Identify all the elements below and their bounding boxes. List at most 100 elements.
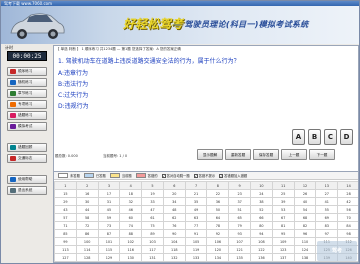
question-cell[interactable]: 101 (97, 237, 121, 246)
option-d[interactable]: D:违规行为 (58, 101, 89, 110)
question-cell[interactable]: 70 (337, 213, 358, 222)
question-cell[interactable]: 12 (293, 181, 317, 190)
sidebar-button-8[interactable]: 交通标志 (7, 154, 47, 163)
question-cell[interactable]: 38 (250, 197, 273, 206)
question-cell[interactable]: 137 (271, 253, 295, 262)
question-cell[interactable]: 89 (141, 229, 164, 238)
question-cell[interactable]: 102 (119, 237, 143, 246)
question-cell[interactable]: 43 (54, 205, 77, 214)
question-cell[interactable]: 58 (75, 213, 99, 222)
question-cell[interactable]: 52 (250, 205, 273, 214)
question-cell[interactable]: 71 (54, 221, 77, 230)
question-cell[interactable]: 63 (184, 213, 208, 222)
question-cell[interactable]: 8 (206, 181, 230, 190)
answer-d-button[interactable]: D (340, 129, 353, 145)
question-cell[interactable]: 13 (315, 181, 339, 190)
question-cell[interactable]: 120 (206, 245, 230, 254)
question-cell[interactable]: 78 (206, 221, 230, 230)
question-cell[interactable]: 81 (271, 221, 295, 230)
sidebar-button-9[interactable]: 使用帮助 (7, 175, 47, 184)
question-cell[interactable]: 10 (250, 181, 273, 190)
question-cell[interactable]: 98 (337, 229, 358, 238)
question-cell[interactable]: 4 (119, 181, 143, 190)
add-wrong-checkbox[interactable]: ✓ 答错题加入错题 (219, 173, 247, 178)
question-cell[interactable]: 105 (184, 237, 208, 246)
question-cell[interactable]: 121 (228, 245, 252, 254)
question-cell[interactable]: 48 (162, 205, 186, 214)
question-cell[interactable]: 93 (228, 229, 252, 238)
question-cell[interactable]: 42 (337, 197, 358, 206)
question-cell[interactable]: 26 (293, 189, 317, 198)
question-cell[interactable]: 129 (97, 253, 121, 262)
question-cell[interactable]: 76 (162, 221, 186, 230)
question-cell[interactable]: 40 (293, 197, 317, 206)
question-cell[interactable]: 61 (141, 213, 164, 222)
question-cell[interactable]: 110 (293, 237, 317, 246)
question-cell[interactable]: 30 (75, 197, 99, 206)
question-cell[interactable]: 2 (75, 181, 99, 190)
question-cell[interactable]: 113 (54, 245, 77, 254)
question-cell[interactable]: 7 (184, 181, 208, 190)
question-cell[interactable]: 91 (184, 229, 208, 238)
question-cell[interactable]: 46 (119, 205, 143, 214)
question-cell[interactable]: 79 (228, 221, 252, 230)
question-cell[interactable]: 6 (162, 181, 186, 190)
sidebar-button-2[interactable]: 随机练习 (7, 78, 47, 87)
question-cell[interactable]: 62 (162, 213, 186, 222)
question-cell[interactable]: 95 (271, 229, 295, 238)
auto-next-checkbox[interactable]: ✓ 答对自动跳一题 (161, 173, 190, 178)
question-cell[interactable]: 122 (250, 245, 273, 254)
question-cell[interactable]: 17 (97, 189, 121, 198)
question-cell[interactable]: 131 (141, 253, 164, 262)
question-cell[interactable]: 92 (206, 229, 230, 238)
question-cell[interactable]: 3 (97, 181, 121, 190)
sidebar-button-7[interactable]: 错题回顾 (7, 143, 47, 152)
question-cell[interactable]: 96 (293, 229, 317, 238)
question-cell[interactable]: 53 (271, 205, 295, 214)
question-cell[interactable]: 22 (206, 189, 230, 198)
question-cell[interactable]: 65 (228, 213, 252, 222)
question-cell[interactable]: 34 (162, 197, 186, 206)
question-cell[interactable]: 106 (206, 237, 230, 246)
question-cell[interactable]: 114 (75, 245, 99, 254)
question-cell[interactable]: 35 (184, 197, 208, 206)
question-cell[interactable]: 117 (141, 245, 164, 254)
question-cell[interactable]: 68 (293, 213, 317, 222)
question-cell[interactable]: 14 (337, 181, 358, 190)
show-explanation-button[interactable]: 显示题解 (197, 149, 223, 160)
question-cell[interactable]: 138 (293, 253, 317, 262)
question-cell[interactable]: 15 (54, 189, 77, 198)
question-cell[interactable]: 23 (228, 189, 252, 198)
question-cell[interactable]: 9 (228, 181, 252, 190)
answer-b-button[interactable]: B (308, 129, 321, 145)
sidebar-button-5[interactable]: 错题练习 (7, 111, 47, 120)
question-cell[interactable]: 55 (315, 205, 339, 214)
question-cell[interactable]: 56 (337, 205, 358, 214)
question-cell[interactable]: 104 (162, 237, 186, 246)
question-cell[interactable]: 116 (119, 245, 143, 254)
question-cell[interactable]: 29 (54, 197, 77, 206)
answer-a-button[interactable]: A (292, 129, 305, 145)
question-cell[interactable]: 119 (184, 245, 208, 254)
question-cell[interactable]: 16 (75, 189, 99, 198)
sidebar-button-3[interactable]: 章节练习 (7, 89, 47, 98)
question-cell[interactable]: 39 (271, 197, 295, 206)
sidebar-button-10[interactable]: 退出系统 (7, 186, 47, 195)
question-cell[interactable]: 128 (75, 253, 99, 262)
question-cell[interactable]: 82 (293, 221, 317, 230)
question-cell[interactable]: 59 (97, 213, 121, 222)
question-cell[interactable]: 36 (206, 197, 230, 206)
question-cell[interactable]: 18 (119, 189, 143, 198)
question-cell[interactable]: 60 (119, 213, 143, 222)
question-cell[interactable]: 45 (97, 205, 121, 214)
question-cell[interactable]: 75 (141, 221, 164, 230)
question-cell[interactable]: 47 (141, 205, 164, 214)
question-cell[interactable]: 50 (206, 205, 230, 214)
question-cell[interactable]: 103 (141, 237, 164, 246)
option-a[interactable]: A:违章行为 (58, 68, 88, 77)
question-cell[interactable]: 69 (315, 213, 339, 222)
sidebar-button-6[interactable]: 模拟考试 (7, 122, 47, 131)
question-cell[interactable]: 41 (315, 197, 339, 206)
question-cell[interactable]: 130 (119, 253, 143, 262)
question-cell[interactable]: 100 (75, 237, 99, 246)
